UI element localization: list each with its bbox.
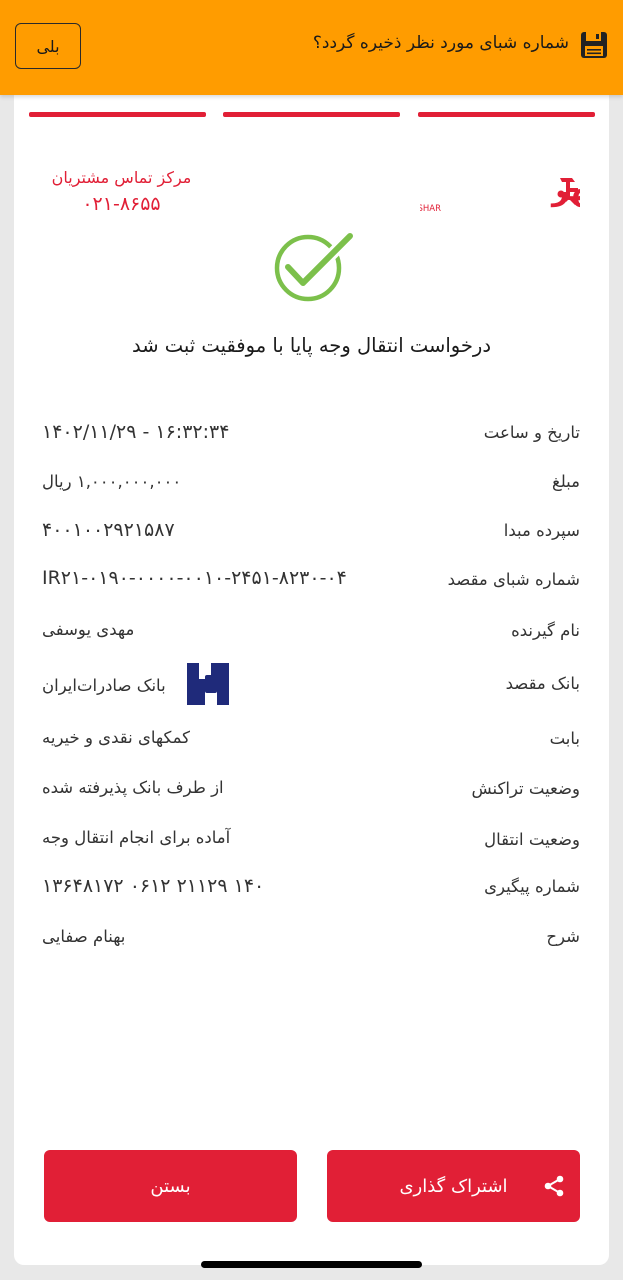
close-button-label: بستن: [150, 1175, 191, 1197]
dest-bank-label: بانک مقصد: [505, 674, 580, 693]
source-account-value: ۴۰۰۱۰۰۲۹۲۱۵۸۷: [42, 519, 175, 541]
datetime-label: تاریخ و ساعت: [483, 423, 580, 442]
purpose-value: کمکهای نقدی و خیریه: [42, 728, 190, 747]
banner-message: شماره شبای مورد نظر ذخیره گردد؟: [312, 33, 569, 53]
save-icon: [581, 32, 607, 58]
purpose-label: بابت: [549, 729, 580, 748]
saderat-bank-logo: [187, 663, 229, 705]
dest-bank-value: بانک صادرات‌ایران: [42, 676, 166, 695]
amount-label: مبلغ: [551, 472, 580, 491]
success-check-icon: [274, 230, 354, 302]
progress-step-2: [223, 112, 400, 117]
share-button-label: اشتراک گذاری: [399, 1175, 508, 1197]
receiver-label: نام گیرنده: [511, 621, 580, 640]
transfer-status-value: آماده برای انجام انتقال وجه: [42, 828, 231, 847]
share-button[interactable]: اشتراک گذاری: [327, 1150, 580, 1222]
progress-step-1: [418, 112, 595, 117]
transfer-status-label: وضعیت انتقال: [484, 830, 580, 849]
progress-step-3: [29, 112, 206, 117]
source-account-label: سپرده مبدا: [503, 521, 580, 540]
description-value: بهنام صفایی: [42, 927, 126, 946]
logo-latin: BANK SHAR: [420, 204, 441, 214]
yes-button[interactable]: بلی: [15, 23, 81, 69]
sheba-label: شماره شبای مقصد: [447, 570, 580, 589]
tx-status-label: وضعیت تراکنش: [471, 779, 580, 798]
tx-status-value: از طرف بانک پذیرفته شده: [42, 778, 224, 797]
receiver-value: مهدی یوسفی: [42, 620, 135, 639]
bank-shahr-logo: بانک شهر BANK SHAR: [420, 173, 580, 214]
contact-center-phone[interactable]: ۰۲۱-۸۶۵۵: [50, 193, 193, 215]
success-message: درخواست انتقال وجه پایا با موفقیت ثبت شد: [131, 334, 492, 357]
share-icon: [544, 1175, 564, 1197]
save-sheba-banner: شماره شبای مورد نظر ذخیره گردد؟ بلی: [0, 0, 623, 95]
amount-value: ۱,۰۰۰,۰۰۰,۰۰۰ ریال: [42, 472, 182, 491]
tracking-label: شماره پیگیری: [484, 877, 580, 896]
tracking-value: ۱۴۰ ۲۱۱۲۹ ۰۶۱۲ ۱۳۶۴۸۱۷۲: [42, 875, 265, 897]
close-button[interactable]: بستن: [44, 1150, 297, 1222]
description-label: شرح: [546, 927, 580, 946]
sheba-value: IR۲۱-۰۱۹۰-۰۰۰۰-۰۰۱۰-۲۴۵۱-۸۲۳۰-۰۴: [42, 567, 347, 589]
contact-center-label: مرکز تماس مشتریان: [51, 168, 192, 187]
datetime-value: ۱۶:۳۲:۳۴ - ۱۴۰۲/۱۱/۲۹: [42, 421, 230, 443]
home-indicator[interactable]: [201, 1261, 422, 1268]
